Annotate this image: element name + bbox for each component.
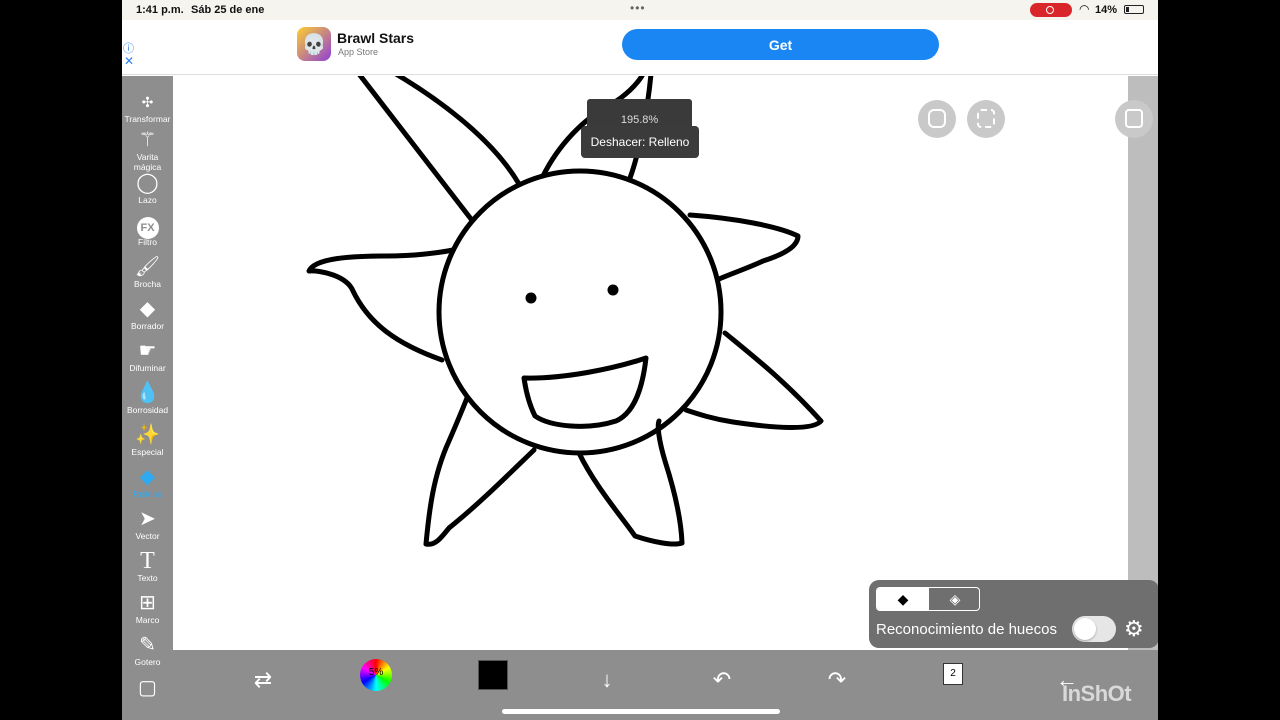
color-wheel-button[interactable]: 5% <box>360 659 392 691</box>
adjustments-toggle-button[interactable] <box>918 100 956 138</box>
tool-label: Lazo <box>138 195 157 205</box>
canvas-icon: ▢ <box>138 677 157 699</box>
tool-transformar[interactable]: ✣ Transformar <box>122 90 173 132</box>
fx-icon: FX <box>122 213 173 239</box>
fill-bucket-icon: ◆ <box>139 466 156 488</box>
ad-app-source: App Store <box>338 47 379 57</box>
selection-button[interactable] <box>967 100 1005 138</box>
fill-options-panel: ◆ ◈ Reconocimiento de huecos ⚙ <box>869 580 1158 648</box>
special-icon: ✨ <box>135 424 160 446</box>
tool-label: Especial <box>131 447 164 457</box>
left-eye <box>525 292 537 304</box>
brush-icon: 🖌 <box>134 256 161 278</box>
tool-label: Brocha <box>134 279 161 289</box>
tool-label: Marco <box>135 615 160 625</box>
ray-right-bottom <box>683 330 824 430</box>
status-time: 1:41 p.m. <box>136 4 184 16</box>
tool-label: Difuminar <box>129 363 166 373</box>
layers-button[interactable]: 2 <box>943 663 963 685</box>
gear-icon[interactable]: ⚙ <box>1124 616 1144 642</box>
ad-app-name: Brawl Stars <box>337 30 415 46</box>
tool-borrosidad[interactable]: 💧 Borrosidad <box>122 381 173 423</box>
tool-canvas-more[interactable]: ▢ <box>122 676 173 718</box>
tool-filtro[interactable]: FX Filtro <box>122 213 173 255</box>
tool-label: Vector <box>135 531 160 541</box>
tool-borrador[interactable]: ◆ Borrador <box>122 297 173 339</box>
color-opacity-label: 5% <box>368 667 384 678</box>
cursor-arrow-icon: ➤ <box>139 508 156 530</box>
fill-mode-segmented-control: ◆ ◈ <box>876 587 980 611</box>
gap-recognition-toggle[interactable] <box>1072 616 1116 642</box>
ray-bottom-left <box>423 395 537 547</box>
home-indicator[interactable] <box>502 709 780 714</box>
undo-icon[interactable]: ↶ <box>704 662 740 698</box>
reference-image-button[interactable] <box>1115 100 1153 138</box>
eraser-mode-icon[interactable]: ◈ <box>929 588 979 610</box>
canvas-scrollbar[interactable] <box>1128 76 1158 650</box>
tool-label: Relleno <box>133 489 162 499</box>
tool-sidebar: ✣ Transformar ⚚ Varita mágica ◯ Lazo FX … <box>122 76 173 720</box>
ray-bottom-right <box>576 418 685 547</box>
tool-label: Borrosidad <box>126 405 169 415</box>
magic-wand-icon: ⚚ <box>138 129 157 151</box>
frame-icon: ⊞ <box>139 592 156 614</box>
right-eye <box>607 284 619 296</box>
ipad-screen: 1:41 p.m. Sáb 25 de ene ••• ◠ 14% ⓘ ✕ 💀 … <box>122 0 1158 720</box>
sun-face-circle <box>436 168 724 456</box>
eyedropper-icon: ✎ <box>139 634 156 656</box>
ray-left <box>306 247 456 363</box>
fx-glyph: FX <box>136 217 159 239</box>
undo-toast: Deshacer: Relleno <box>581 126 699 158</box>
tool-label: Borrador <box>130 321 165 331</box>
selection-dashed-icon <box>977 109 995 128</box>
tool-lazo[interactable]: ◯ Lazo <box>122 171 173 213</box>
battery-icon <box>1124 5 1144 14</box>
status-date: Sáb 25 de ene <box>191 4 265 16</box>
move-icon: ✣ <box>141 94 154 110</box>
lasso-icon: ◯ <box>136 172 159 194</box>
brawl-stars-app-icon[interactable]: 💀 <box>297 27 331 61</box>
tool-label: Gotero <box>134 657 161 667</box>
status-bar: 1:41 p.m. Sáb 25 de ene ••• ◠ 14% <box>122 0 1158 20</box>
tool-gotero[interactable]: ✎ Gotero <box>122 633 173 675</box>
brush-eraser-swap-icon[interactable]: ⇄ <box>245 662 281 698</box>
image-icon <box>1125 109 1143 128</box>
current-color-swatch[interactable] <box>478 660 508 690</box>
smile-mouth <box>521 355 649 429</box>
tool-vector[interactable]: ➤ Vector <box>122 507 173 549</box>
wifi-icon: ◠ <box>1079 2 1090 16</box>
tool-label: Transformar <box>124 114 171 124</box>
tool-texto[interactable]: T Texto <box>122 549 173 591</box>
tool-brocha[interactable]: 🖌 Brocha <box>122 255 173 297</box>
smudge-icon: ☛ <box>138 340 157 362</box>
tool-difuminar[interactable]: ☛ Difuminar <box>122 339 173 381</box>
tool-varita-magica[interactable]: ⚚ Varita mágica <box>122 128 173 172</box>
tool-marco[interactable]: ⊞ Marco <box>122 591 173 633</box>
gap-recognition-label: Reconocimiento de huecos <box>876 621 1057 638</box>
multitasking-dots-icon[interactable]: ••• <box>630 1 646 15</box>
inshot-watermark: InShOt <box>1062 681 1132 706</box>
screen-recording-icon[interactable] <box>1030 3 1072 17</box>
toggles-icon <box>928 109 946 128</box>
ad-banner: ⓘ ✕ 💀 Brawl Stars App Store Get <box>122 20 1158 75</box>
tool-label: Filtro <box>138 237 157 247</box>
eraser-icon: ◆ <box>139 298 156 320</box>
battery-percent: 14% <box>1095 4 1118 16</box>
fill-bucket-mode-icon[interactable]: ◆ <box>877 588 929 610</box>
download-arrow-icon[interactable]: ↓ <box>589 662 625 698</box>
text-icon: T <box>140 548 155 574</box>
ad-close-icon[interactable]: ✕ <box>124 54 134 68</box>
tool-label: Varita mágica <box>133 152 162 172</box>
tool-label: Texto <box>137 573 158 583</box>
sun-drawing <box>306 71 824 547</box>
tool-especial[interactable]: ✨ Especial <box>122 423 173 465</box>
tool-relleno[interactable]: ◆ Relleno <box>122 465 173 507</box>
ad-get-button[interactable]: Get <box>622 29 939 60</box>
redo-icon[interactable]: ↷ <box>819 662 855 698</box>
drawing-canvas[interactable] <box>173 71 1128 650</box>
blur-drop-icon: 💧 <box>135 382 160 404</box>
